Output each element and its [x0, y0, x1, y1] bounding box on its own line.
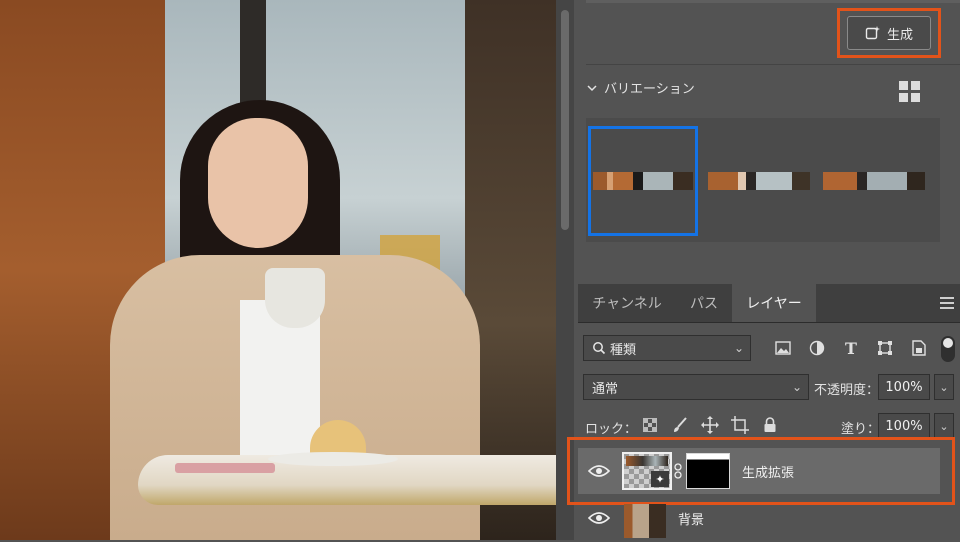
search-icon [593, 342, 606, 355]
layer-row-highlight [567, 437, 955, 505]
grid-view-icon[interactable] [899, 81, 921, 103]
variations-header[interactable]: バリエーション [586, 78, 695, 97]
variation-thumbnail-2[interactable] [708, 172, 810, 190]
coffee-cup [265, 268, 325, 328]
person-face [208, 118, 308, 248]
layer-filter-icons: T [772, 338, 930, 358]
opacity-dropdown[interactable]: ⌄ [934, 374, 954, 400]
fill-input[interactable]: 100% [878, 413, 930, 439]
phone-on-table [175, 463, 275, 473]
variation-thumbnail-1[interactable] [593, 172, 693, 190]
document-canvas[interactable] [0, 0, 556, 540]
type-filter-icon[interactable]: T [840, 338, 862, 358]
lock-label: ロック： [585, 422, 638, 437]
lock-all-icon[interactable] [760, 414, 780, 436]
section-divider [586, 64, 960, 65]
image-filter-icon[interactable] [772, 338, 794, 358]
generate-button-label: 生成 [886, 27, 913, 43]
lock-position-icon[interactable] [700, 414, 720, 436]
tab-channels[interactable]: チャンネル [578, 284, 676, 322]
saucer [268, 452, 398, 466]
layer-thumbnail-background [624, 504, 666, 538]
fill-dropdown[interactable]: ⌄ [934, 413, 954, 439]
opacity-label: 不透明度： [814, 383, 880, 398]
blend-mode-value: 通常 [592, 381, 619, 397]
blend-mode-select[interactable]: 通常 ⌄ [583, 374, 809, 400]
hamburger-menu-icon[interactable] [940, 297, 954, 309]
variations-label: バリエーション [604, 82, 695, 97]
panel-scrollbar-thumb[interactable] [561, 10, 569, 230]
smart-object-filter-icon[interactable] [908, 338, 930, 358]
lock-transparency-icon[interactable] [640, 414, 660, 436]
shape-filter-icon[interactable] [874, 338, 896, 358]
chevron-down-icon [587, 84, 597, 91]
opacity-input[interactable]: 100% [878, 374, 930, 400]
eye-icon[interactable] [588, 511, 610, 525]
generate-icon [865, 26, 880, 40]
layer-filter-value: 種類 [610, 342, 637, 358]
generate-button[interactable]: 生成 [847, 16, 931, 50]
layer-row-background[interactable]: 背景 [578, 496, 940, 542]
lock-paint-icon[interactable] [670, 414, 690, 436]
tab-layers[interactable]: レイヤー [732, 284, 816, 322]
fill-label: 塗り： [841, 422, 881, 437]
lock-artboard-icon[interactable] [730, 414, 750, 436]
layer-filter-toggle[interactable] [941, 336, 955, 362]
prompt-field-edge [586, 0, 960, 3]
tab-paths[interactable]: パス [676, 284, 732, 322]
layer-filter-select[interactable]: 種類 ⌄ [583, 335, 751, 361]
adjustment-filter-icon[interactable] [806, 338, 828, 358]
lock-icons [640, 414, 780, 436]
chevron-down-icon: ⌄ [791, 380, 802, 394]
chevron-down-icon: ⌄ [733, 341, 744, 355]
variation-thumbnail-3[interactable] [823, 172, 925, 190]
layer-name-background[interactable]: 背景 [678, 509, 704, 528]
